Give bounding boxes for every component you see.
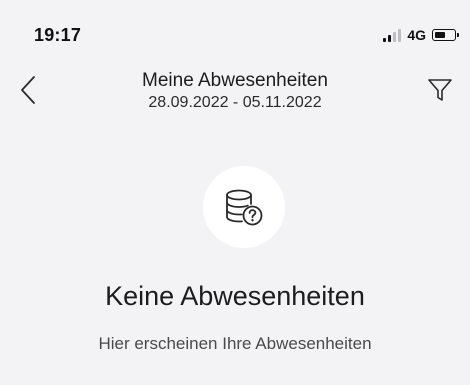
network-type: 4G bbox=[407, 27, 426, 43]
cellular-signal-icon bbox=[383, 28, 402, 42]
status-time: 19:17 bbox=[34, 25, 82, 45]
page-title: Meine Abwesenheiten bbox=[142, 70, 328, 91]
battery-icon bbox=[432, 29, 459, 41]
empty-state-subtitle: Hier erscheinen Ihre Abwesenheiten bbox=[98, 334, 372, 353]
empty-state-title: Keine Abwesenheiten bbox=[105, 281, 365, 311]
navigation-bar: Meine Abwesenheiten 28.09.2022 - 05.11.2… bbox=[0, 62, 470, 126]
date-range: 28.09.2022 - 05.11.2022 bbox=[148, 94, 322, 111]
filter-funnel-icon bbox=[428, 79, 452, 101]
status-bar: 19:17 4G bbox=[0, 0, 470, 50]
empty-state-icon-container bbox=[203, 166, 285, 248]
status-indicators: 4G bbox=[383, 25, 459, 45]
database-question-icon bbox=[226, 189, 263, 226]
filter-button[interactable] bbox=[422, 72, 458, 108]
battery-level bbox=[434, 31, 445, 38]
